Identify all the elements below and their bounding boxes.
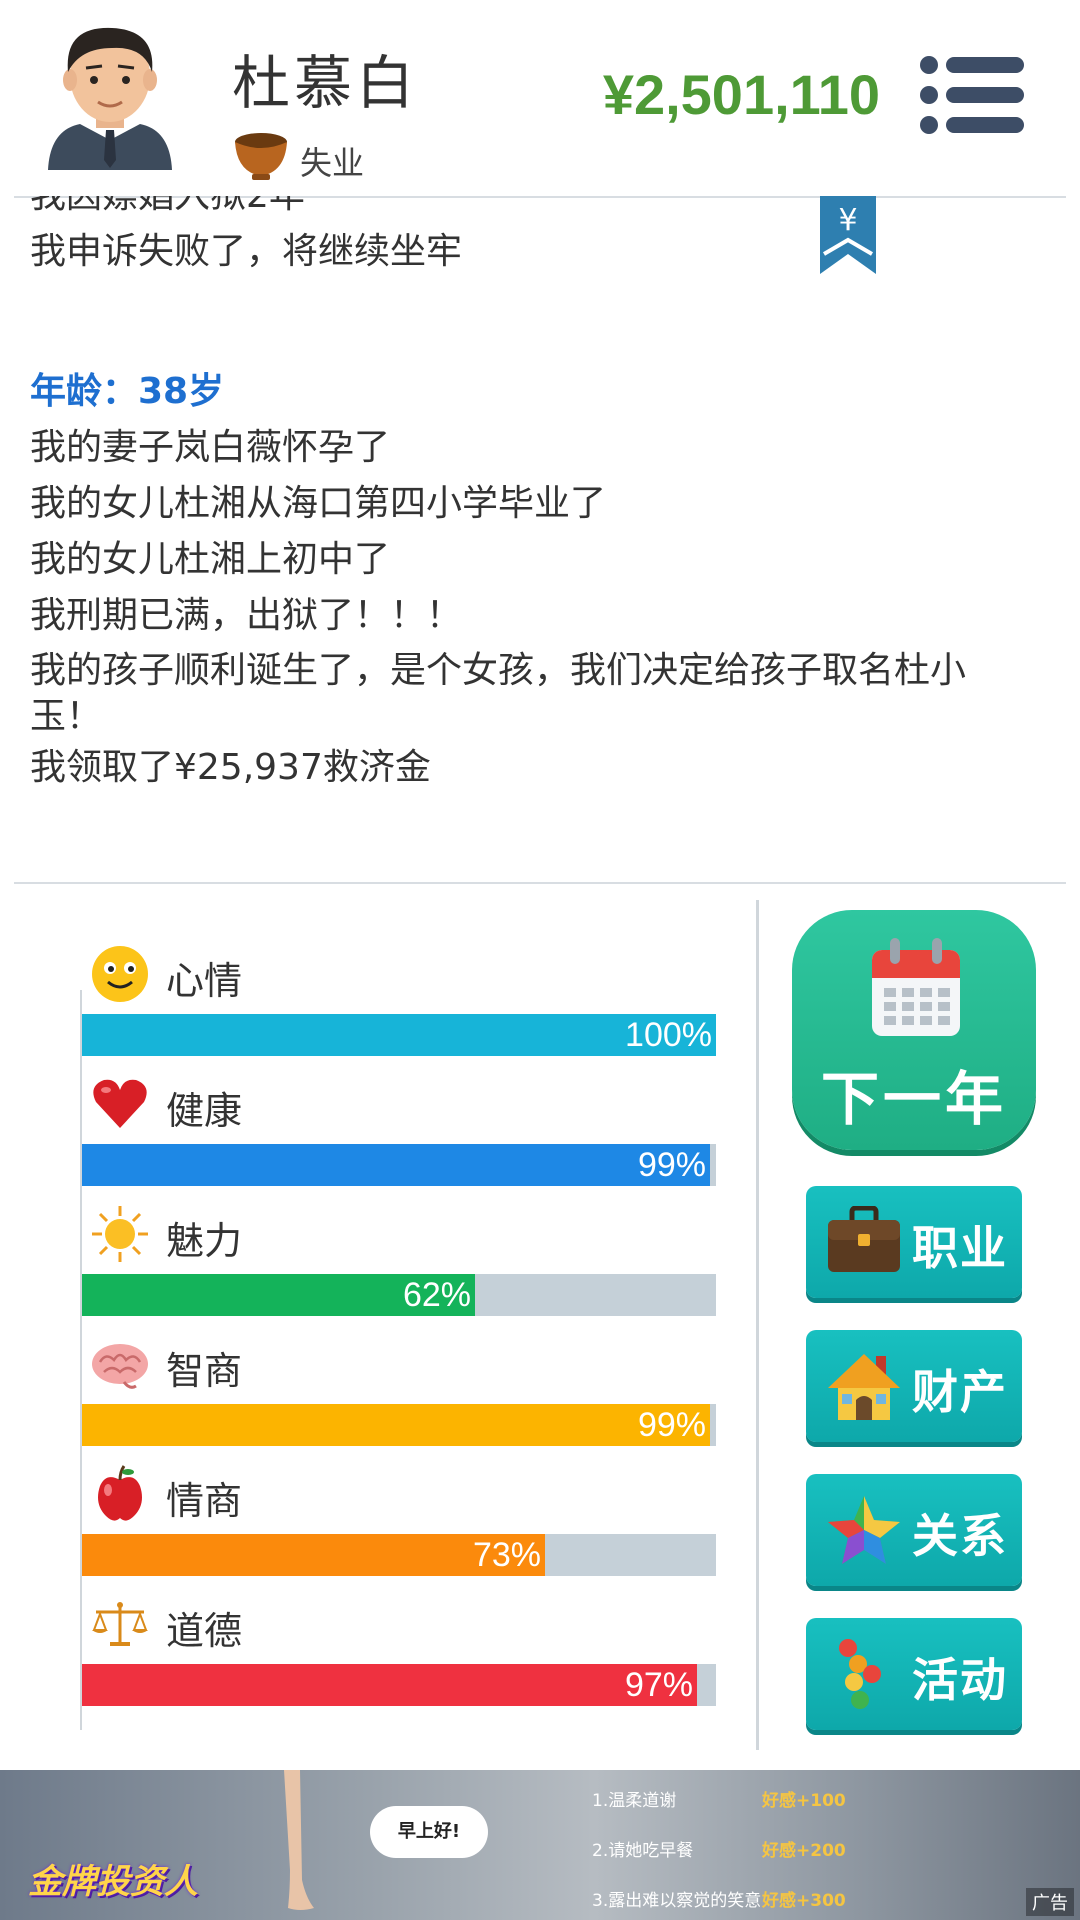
house-icon xyxy=(828,1354,900,1420)
ad-label: 广告 xyxy=(1026,1888,1074,1916)
brain-icon xyxy=(92,1344,148,1389)
ad-banner[interactable]: 早上好! 金牌投资人 1.温柔道谢 好感+100 2.请她吃早餐 好感+200 … xyxy=(0,1770,1080,1920)
briefcase-icon xyxy=(828,1206,900,1272)
stat-percent: 62% xyxy=(402,1276,471,1314)
occupation: 失业 xyxy=(232,128,364,184)
activities-label: 活动 xyxy=(912,1653,1008,1707)
ad-figure-image xyxy=(284,1770,314,1910)
stats-panel: 心情 100% 健康 99% 魅力 62% 智商 99% 情商 73% 道德 9… xyxy=(80,940,720,1720)
age-heading: 年龄：38岁 xyxy=(30,371,225,412)
apple-icon xyxy=(98,1465,142,1521)
ad-option-reward: 好感+200 xyxy=(762,1841,846,1861)
stat-percent: 73% xyxy=(472,1536,541,1574)
stat-health: 健康 99% xyxy=(80,1070,720,1200)
menu-icon[interactable] xyxy=(920,56,1024,134)
scales-icon xyxy=(92,1602,148,1646)
property-button[interactable]: 财产 xyxy=(806,1330,1022,1442)
stat-label: 道德 xyxy=(166,1609,243,1653)
star-icon xyxy=(828,1496,900,1564)
log-line: 我的孩子顺利诞生了，是个女孩，我们决定给孩子取名杜小玉！ xyxy=(30,650,967,737)
occupation-label: 失业 xyxy=(300,144,365,182)
log-line: 我的女儿杜湘上初中了 xyxy=(30,539,391,580)
stat-label: 健康 xyxy=(166,1089,243,1133)
svg-text:¥: ¥ xyxy=(838,203,857,238)
event-log[interactable]: 我因嫖娼入狱2年 我申诉失败了，将继续坐牢 年龄：38岁 我的妻子岚白薇怀孕了 … xyxy=(30,196,1030,876)
stat-bar-fill xyxy=(82,1014,716,1056)
stat-bar: 99% xyxy=(82,1404,716,1446)
log-divider xyxy=(14,882,1066,884)
stat-percent: 99% xyxy=(637,1406,706,1444)
stat-bar: 97% xyxy=(82,1664,716,1706)
ad-option-text: 2.请她吃早餐 xyxy=(592,1841,694,1861)
profile-header: 杜慕白 失业 ¥2,501,110 xyxy=(0,0,1080,196)
next-year-label: 下一年 xyxy=(820,1065,1007,1133)
stat-bar: 100% xyxy=(82,1014,716,1056)
career-button[interactable]: 职业 xyxy=(806,1186,1022,1298)
player-name: 杜慕白 xyxy=(232,49,419,117)
relations-button[interactable]: 关系 xyxy=(806,1474,1022,1586)
bowl-icon xyxy=(235,133,287,180)
log-line: 我领取了¥25,937救济金 xyxy=(30,747,431,788)
stat-bar-fill xyxy=(82,1144,710,1186)
stat-bar-fill xyxy=(82,1404,710,1446)
log-line: 我的妻子岚白薇怀孕了 xyxy=(30,427,391,468)
stat-morality: 道德 97% xyxy=(80,1590,720,1720)
avatar[interactable] xyxy=(40,20,180,180)
stat-label: 智商 xyxy=(166,1349,243,1393)
stat-bar-fill xyxy=(82,1664,697,1706)
smiley-icon xyxy=(92,946,148,1002)
career-label: 职业 xyxy=(912,1221,1008,1275)
stat-percent: 99% xyxy=(637,1146,706,1184)
ad-speech-bubble: 早上好! xyxy=(370,1806,488,1858)
stat-percent: 97% xyxy=(624,1666,693,1704)
sun-icon xyxy=(92,1206,148,1262)
stat-eq: 情商 73% xyxy=(80,1460,720,1590)
ad-option-text: 3.露出难以察觉的笑意 xyxy=(592,1891,762,1911)
activities-icon xyxy=(839,1639,881,1709)
money-bookmark-icon[interactable]: ¥ xyxy=(820,196,876,276)
stat-iq: 智商 99% xyxy=(80,1330,720,1460)
log-line: 我申诉失败了，将继续坐牢 xyxy=(30,231,463,272)
stat-charm: 魅力 62% xyxy=(80,1200,720,1330)
calendar-icon xyxy=(872,938,960,1036)
ad-option-reward: 好感+300 xyxy=(762,1891,846,1911)
stat-bar: 73% xyxy=(82,1534,716,1576)
relations-label: 关系 xyxy=(912,1509,1008,1563)
property-label: 财产 xyxy=(912,1365,1008,1419)
stat-mood: 心情 100% xyxy=(80,940,720,1070)
ad-option-reward: 好感+100 xyxy=(762,1791,846,1811)
stat-label: 情商 xyxy=(166,1479,243,1523)
stat-percent: 100% xyxy=(625,1016,712,1054)
log-line: 我刑期已满，出狱了！！！ xyxy=(30,595,463,636)
log-line: 我因嫖娼入狱2年 xyxy=(30,196,1030,224)
next-year-button[interactable]: 下一年 xyxy=(792,910,1036,1150)
ad-logo: 金牌投资人 xyxy=(28,1862,198,1902)
ad-option-text: 1.温柔道谢 xyxy=(592,1791,677,1811)
stat-bar: 99% xyxy=(82,1144,716,1186)
money-balance: ¥2,501,110 xyxy=(602,63,880,126)
stat-label: 心情 xyxy=(166,959,243,1003)
log-line: 我的女儿杜湘从海口第四小学毕业了 xyxy=(30,483,607,524)
heart-icon xyxy=(93,1079,147,1128)
stat-bar: 62% xyxy=(82,1274,716,1316)
activities-button[interactable]: 活动 xyxy=(806,1618,1022,1730)
column-divider xyxy=(756,900,759,1750)
stat-label: 魅力 xyxy=(166,1219,243,1263)
